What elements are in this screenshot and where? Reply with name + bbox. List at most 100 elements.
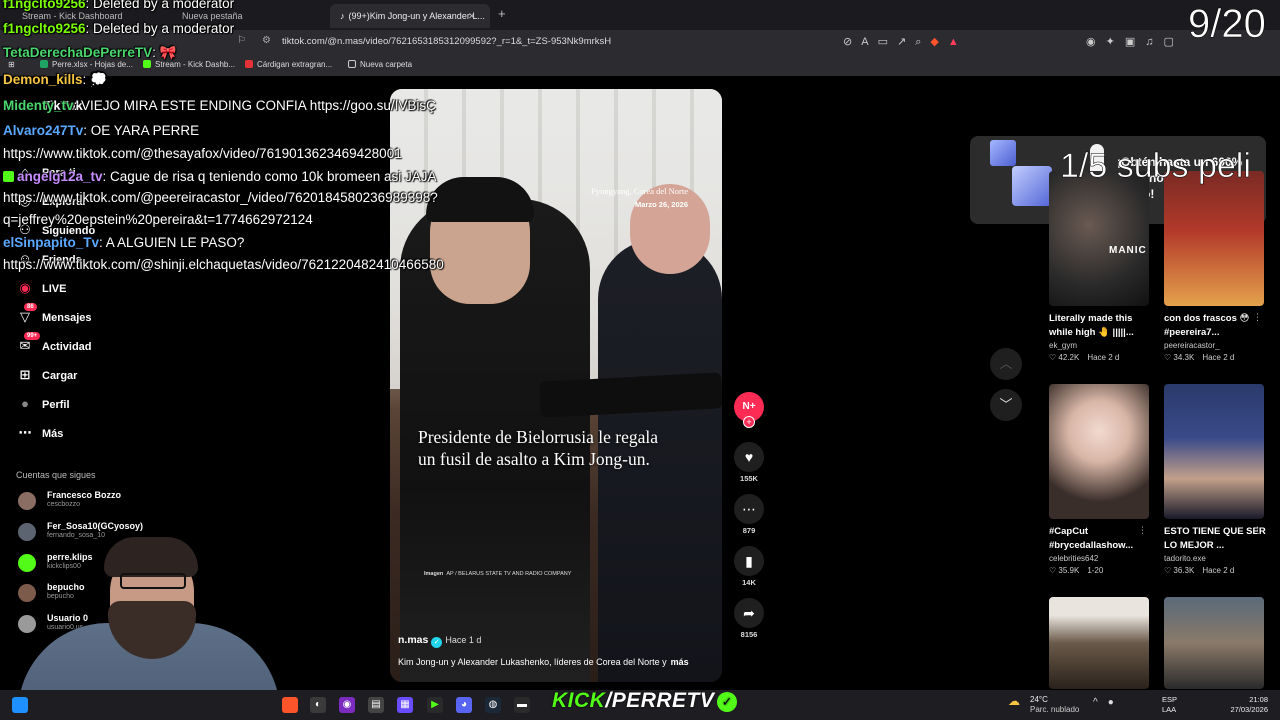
brave-shield-icon[interactable]: ◆ — [930, 36, 947, 48]
video-figure — [426, 177, 534, 222]
comment-button[interactable]: ⋯ 879 — [734, 494, 764, 535]
next-video-button[interactable]: ﹀ — [990, 389, 1022, 421]
window-icon[interactable]: ▢ — [1163, 36, 1183, 48]
recommended-video[interactable]: ⋮ ESTO TIENE QUE SER LO MEJOR ... tadori… — [1164, 384, 1266, 575]
more-options-icon[interactable]: ⋮ — [1138, 525, 1147, 536]
extension-icons: ◉✦▣♫▢ — [1086, 35, 1184, 48]
chevron-up-icon[interactable]: ^ — [1093, 697, 1108, 708]
app-icon[interactable]: ◉ — [339, 697, 355, 713]
taskbar-clock[interactable]: 21:08 27/03/2026 — [1220, 695, 1268, 715]
video-credit: Imagen AP / BELARUS STATE TV AND RADIO C… — [424, 571, 572, 577]
heart-icon: ♡ — [1164, 566, 1174, 575]
video-thumbnail: MANIC — [1049, 171, 1149, 306]
language-indicator[interactable]: ESP LAA — [1162, 695, 1177, 715]
app-icon[interactable]: ▦ — [397, 697, 413, 713]
video-thumbnail — [1049, 384, 1149, 519]
tiktok-icon: ♪ — [21, 98, 29, 113]
app-icon[interactable]: ▶ — [427, 697, 443, 713]
more-options-icon[interactable]: ⋮ — [1253, 312, 1262, 323]
follow-plus-icon[interactable]: + — [743, 416, 755, 428]
like-button[interactable]: ♥ 155K — [734, 442, 764, 483]
activity-badge: 99+ — [24, 332, 41, 340]
steam-icon[interactable]: ◍ — [485, 697, 501, 713]
app-icon[interactable]: ▤ — [368, 697, 384, 713]
more-options-icon[interactable]: ⋮ — [1253, 525, 1262, 536]
friends-icon: ☺ — [18, 251, 32, 266]
following-heading: Cuentas que sigues — [16, 470, 96, 480]
rewards-icon[interactable]: ▲ — [948, 36, 968, 48]
tab-tiktok-video[interactable]: ♪ (99+)Kim Jong-un y Alexander L... — [330, 4, 490, 28]
heart-icon: ♡ — [1049, 353, 1059, 362]
sidebar-item-friends[interactable]: ☺ Friends — [16, 251, 81, 271]
recommended-video[interactable]: ⋮ con dos frascos 😳 #peereira7... peerei… — [1164, 171, 1266, 362]
url-field[interactable]: tiktok.com/@n.mas/video/7621653185312099… — [282, 36, 611, 47]
message-icon: ▽ — [20, 309, 30, 324]
video-thumbnail — [1164, 171, 1264, 306]
chevron-down-icon: ﹀ — [999, 397, 1013, 412]
chevron-up-icon: ︿ — [999, 356, 1013, 371]
bookmark-icon: ▮ — [734, 546, 764, 576]
recommended-video[interactable]: ⋮ #CapCut #brycedallashow... celebrities… — [1049, 384, 1151, 575]
music-icon[interactable]: ♫ — [1145, 36, 1163, 48]
video-player[interactable]: Pyongyang, Corea del Norte Marzo 26, 202… — [390, 89, 722, 682]
bookmark-item[interactable]: Nueva carpeta — [348, 60, 412, 69]
translate-icon[interactable]: A — [861, 36, 877, 48]
apps-icon[interactable]: ⊞ — [8, 60, 15, 69]
message-badge: 86 — [24, 303, 37, 311]
zoom-icon[interactable]: ⌕ — [915, 36, 930, 48]
sidebar-item-cargar[interactable]: ⊞ Cargar — [16, 367, 78, 387]
sidebar-item-actividad[interactable]: ✉ 99+ Actividad — [16, 332, 92, 358]
recommended-video[interactable]: MANIC Literally made this while high 🤚 |… — [1049, 171, 1151, 362]
bookmark-icon[interactable]: ⚐ — [237, 35, 246, 46]
sidebar-icon[interactable]: ▣ — [1125, 36, 1145, 48]
verified-icon: ✓ — [431, 637, 443, 648]
following-item[interactable]: Francesco Bozzo cescbozzo — [18, 490, 218, 514]
windows-start-icon[interactable] — [12, 697, 28, 713]
mic-icon[interactable]: ● — [1108, 697, 1124, 708]
heart-icon: ♡ — [1164, 353, 1174, 362]
more-icon: ⋯ — [18, 425, 32, 440]
sidebar-item-mas[interactable]: ⋯ Más — [16, 425, 64, 445]
brave-icon[interactable] — [282, 697, 298, 713]
address-bar: ⚐ ⚙ tiktok.com/@n.mas/video/762165318531… — [0, 30, 1280, 55]
tiktok-icon: ♪ — [340, 11, 345, 21]
share-button[interactable]: ➦ 8156 — [734, 598, 764, 639]
sidebar-item-siguiendo[interactable]: ⚇ Siguiendo — [16, 222, 95, 242]
kick-brand-logo: KICK/PERRETV ✓ — [552, 689, 738, 713]
tiktok-logo[interactable]: ♪ TikTok — [16, 98, 83, 118]
close-tab-icon[interactable]: ✕ — [468, 4, 476, 28]
discord-icon[interactable]: ◕ — [456, 697, 472, 713]
heart-icon: ♥ — [734, 442, 764, 472]
share-icon[interactable]: ↗ — [897, 36, 915, 48]
folder-icon — [348, 60, 356, 68]
tab-new[interactable]: Nueva pestaña — [172, 4, 322, 28]
previous-video-button[interactable]: ︿ — [990, 348, 1022, 380]
stream-counter: 9/20 — [1188, 2, 1266, 47]
browser-tabstrip: Stream - Kick Dashboard Nueva pestaña ♪(… — [0, 0, 1280, 30]
bookmark-item[interactable]: Perre.xlsx - Hojas de... — [40, 60, 133, 69]
site-info-icon[interactable]: ⚙ — [262, 35, 271, 46]
recommended-video[interactable] — [1164, 597, 1266, 689]
sidebar-item-perfil[interactable]: ● Perfil — [16, 396, 69, 416]
reader-icon[interactable]: ⊘ — [843, 36, 861, 48]
sidebar-item-explorar[interactable]: ◎ Explorar — [16, 193, 86, 213]
screenshot-icon[interactable]: ▭ — [878, 36, 897, 48]
bookmark-item[interactable]: Stream - Kick Dashb... — [143, 60, 235, 69]
live-icon: ◉ — [19, 280, 31, 295]
extension-icon[interactable]: ◉ — [1086, 36, 1106, 48]
avatar — [18, 492, 36, 510]
video-author[interactable]: n.mas ✓ Hace 1 d — [398, 634, 481, 648]
bookmark-item[interactable]: Cárdigan extragran... — [245, 60, 332, 69]
more-link[interactable]: más — [671, 657, 689, 667]
kick-icon — [143, 60, 151, 68]
save-button[interactable]: ▮ 14K — [734, 546, 764, 587]
recommended-video[interactable] — [1049, 597, 1151, 689]
app-icon[interactable]: ▬ — [514, 697, 530, 713]
new-tab-button[interactable]: + — [498, 6, 506, 21]
sidebar-item-mensajes[interactable]: ▽ 86 Mensajes — [16, 303, 92, 329]
sidebar-item-live[interactable]: ◉ LIVE — [16, 280, 66, 300]
app-icon[interactable]: ◐ — [310, 697, 326, 713]
puzzle-icon[interactable]: ✦ — [1106, 36, 1125, 48]
tab-kick-dashboard[interactable]: Stream - Kick Dashboard — [12, 4, 172, 28]
sidebar-item-para-ti[interactable]: ⌂ Para ti — [16, 164, 76, 184]
